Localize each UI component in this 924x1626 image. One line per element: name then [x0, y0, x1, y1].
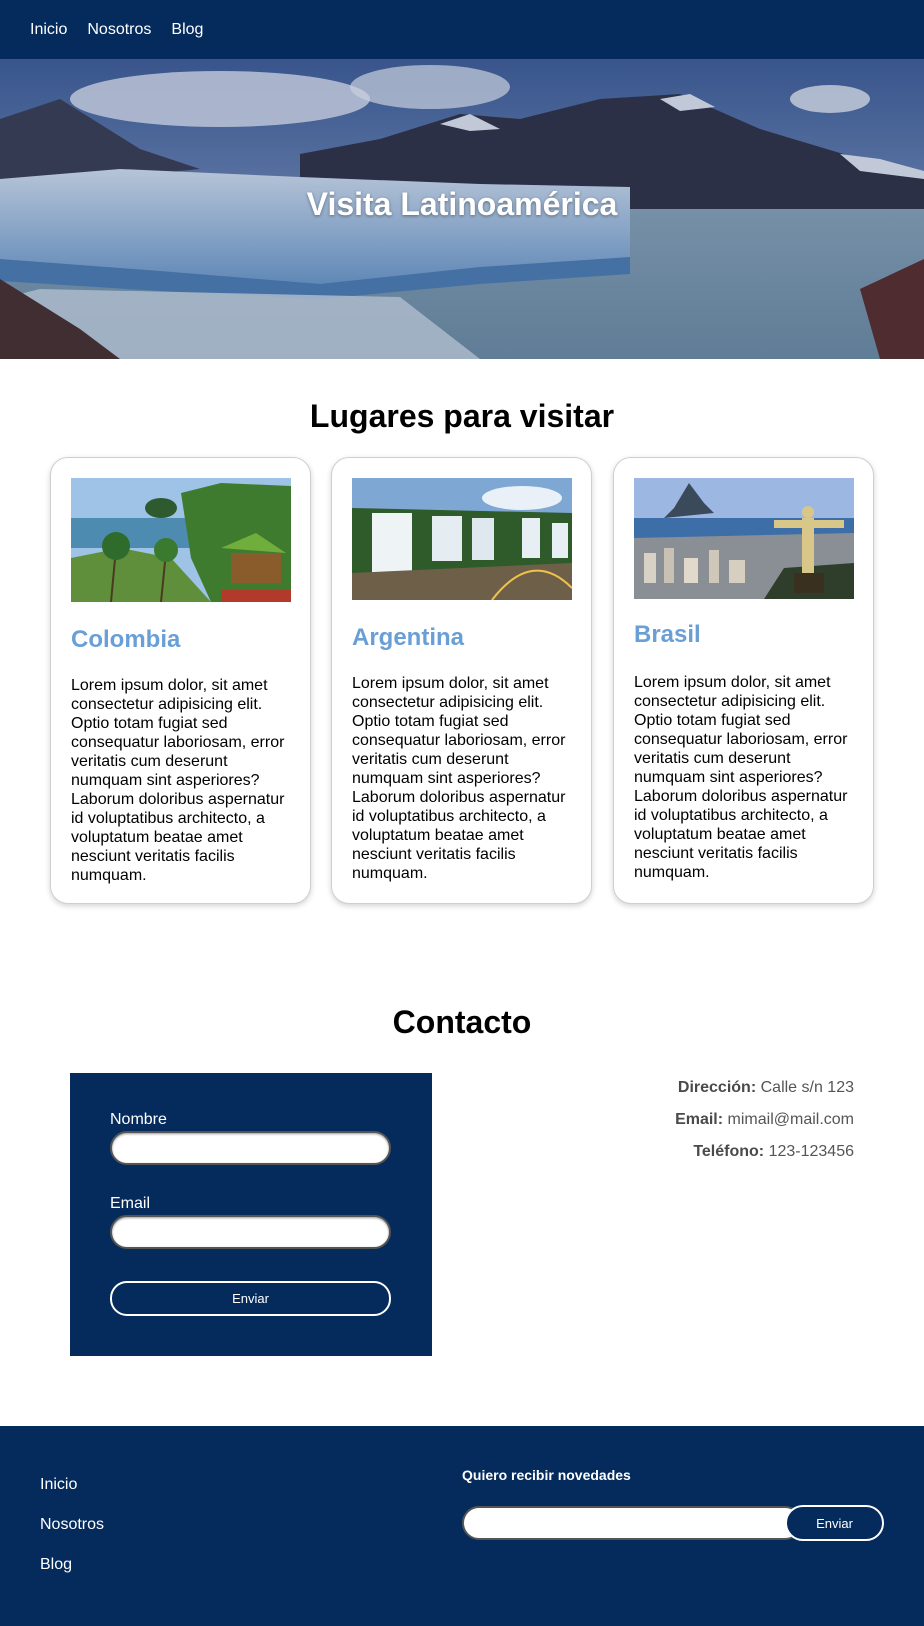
footer: Inicio Nosotros Blog Quiero recibir nove…	[0, 1426, 924, 1626]
name-input[interactable]	[110, 1131, 391, 1165]
argentina-waterfalls-photo	[352, 478, 572, 600]
place-card-title: Colombia	[71, 626, 181, 653]
place-card-brasil: Brasil Lorem ipsum dolor, sit amet conse…	[613, 457, 874, 904]
contact-info: Dirección: Calle s/n 123 Email: mimail@m…	[675, 1077, 854, 1173]
hero-title: Visita Latinoamérica	[306, 186, 618, 222]
newsletter-input[interactable]	[462, 1506, 802, 1540]
newsletter-title: Quiero recibir novedades	[462, 1467, 631, 1483]
top-nav: Inicio Nosotros Blog	[0, 0, 924, 59]
brasil-christ-photo	[634, 478, 854, 599]
contact-phone: Teléfono: 123-123456	[693, 1143, 854, 1160]
email-label: Email	[110, 1195, 151, 1212]
place-card-colombia: Colombia Lorem ipsum dolor, sit amet con…	[50, 457, 311, 904]
nav-link-inicio[interactable]: Inicio	[30, 21, 67, 39]
place-card-title: Argentina	[352, 624, 465, 651]
place-card-text: Lorem ipsum dolor, sit amet consectetur …	[352, 675, 566, 882]
place-card-text: Lorem ipsum dolor, sit amet consectetur …	[634, 674, 848, 881]
contact-address: Dirección: Calle s/n 123	[677, 1079, 854, 1096]
place-card-text: Lorem ipsum dolor, sit amet consectetur …	[71, 677, 285, 884]
footer-link-nosotros[interactable]: Nosotros	[40, 1516, 104, 1534]
footer-link-inicio[interactable]: Inicio	[40, 1476, 77, 1494]
places-title: Lugares para visitar	[309, 398, 615, 434]
submit-button[interactable]: Enviar	[110, 1281, 391, 1316]
newsletter-submit-button[interactable]: Enviar	[785, 1505, 884, 1541]
email-input[interactable]	[110, 1215, 391, 1249]
nav-link-blog[interactable]: Blog	[171, 21, 203, 39]
contact-form: Nombre Email Enviar	[70, 1073, 432, 1356]
contact-title: Contacto	[392, 1004, 532, 1040]
name-label: Nombre	[110, 1111, 167, 1128]
contact-email: Email: mimail@mail.com	[675, 1111, 854, 1128]
place-card-argentina: Argentina Lorem ipsum dolor, sit amet co…	[331, 457, 592, 904]
nav-link-nosotros[interactable]: Nosotros	[87, 21, 151, 39]
footer-link-blog[interactable]: Blog	[40, 1556, 72, 1574]
colombia-beach-photo	[71, 478, 291, 602]
hero-banner: Visita Latinoamérica	[0, 59, 924, 359]
place-card-title: Brasil	[634, 621, 701, 648]
